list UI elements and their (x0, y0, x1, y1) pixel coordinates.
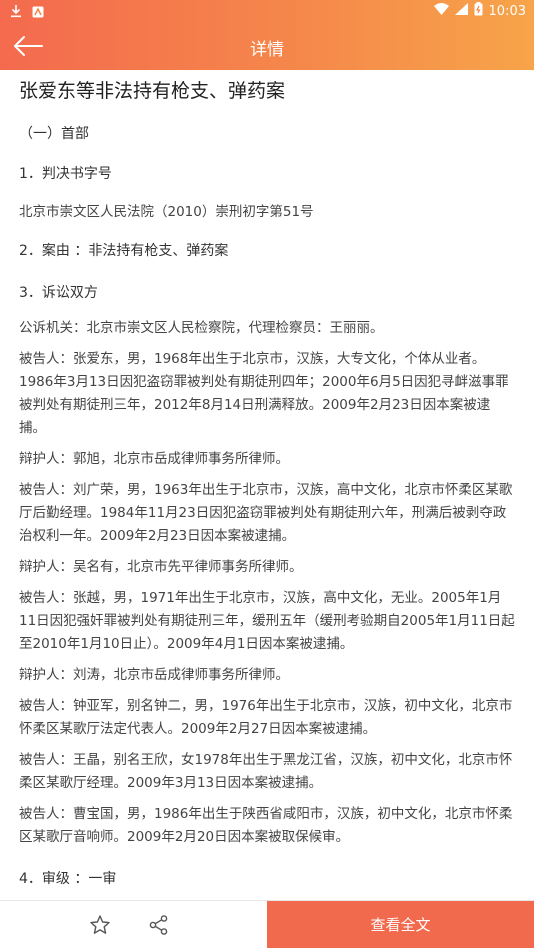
defender-paragraph-2: 辩护人：吴名有，北京市先平律师事务所律师。 (19, 559, 303, 575)
document-content: 张爱东等非法持有枪支、弹药案 （一）首部 1．判决书字号 北京市崇文区人民法院（… (0, 70, 534, 900)
signal-icon (454, 3, 468, 19)
share-button[interactable] (147, 913, 171, 937)
document-title: 张爱东等非法持有枪支、弹药案 (19, 80, 286, 102)
page-title: 详情 (250, 40, 284, 60)
defendant-paragraph-2: 被告人：刘广荣，男，1963年出生于北京市，汉族，高中文化，北京市怀柔区某歌厅后… (19, 482, 513, 544)
status-time: 10:03 (488, 3, 526, 19)
defendant-paragraph-3: 被告人：张越，男，1971年出生于北京市，汉族，高中文化，无业。2005年1月1… (19, 590, 515, 652)
defender-paragraph-1: 辩护人：郭旭，北京市岳成律师事务所律师。 (19, 451, 289, 467)
defender-paragraph-3: 辩护人：刘涛，北京市岳成律师事务所律师。 (19, 667, 289, 683)
download-icon (10, 3, 22, 22)
status-bar: 10:03 (0, 0, 534, 22)
defendant-paragraph-1: 被告人：张爱东，男，1968年出生于北京市，汉族，大专文化，个体从业者。1986… (19, 351, 509, 436)
defendant-paragraph-6: 被告人：曹宝国，男，1986年出生于陕西省咸阳市，汉族，初中文化，北京市怀柔区某… (19, 806, 513, 845)
defendant-paragraph-4: 被告人：钟亚军，别名钟二，男，1976年出生于北京市，汉族，初中文化，北京市怀柔… (19, 698, 513, 737)
defendant-paragraph-5: 被告人：王晶，别名王欣，女1978年出生于黑龙江省，汉族，初中文化，北京市怀柔区… (19, 752, 513, 791)
bottom-bar: 查看全文 (0, 900, 534, 948)
section-heading: （一）首部 (19, 126, 89, 142)
favorite-button[interactable] (88, 913, 112, 937)
trial-level-heading: 4．审级 ：一审 (19, 871, 117, 887)
wifi-icon (433, 3, 449, 19)
share-icon (149, 915, 168, 935)
view-full-text-button[interactable]: 查看全文 (267, 901, 534, 948)
prosecutor-paragraph: 公诉机关：北京市崇文区人民检察院，代理检察员：王丽丽。 (19, 320, 384, 336)
star-icon (90, 915, 110, 934)
notification-icon (32, 3, 44, 22)
judgment-number-heading: 1．判决书字号 (19, 166, 112, 182)
battery-icon (474, 2, 483, 20)
app-bar: 详情 (0, 22, 534, 70)
cause-heading: 2．案由 ：非法持有枪支、弹药案 (19, 243, 229, 259)
case-number: 北京市崇文区人民法院（2010）崇刑初字第51号 (19, 204, 314, 220)
parties-heading: 3．诉讼双方 (19, 285, 98, 301)
